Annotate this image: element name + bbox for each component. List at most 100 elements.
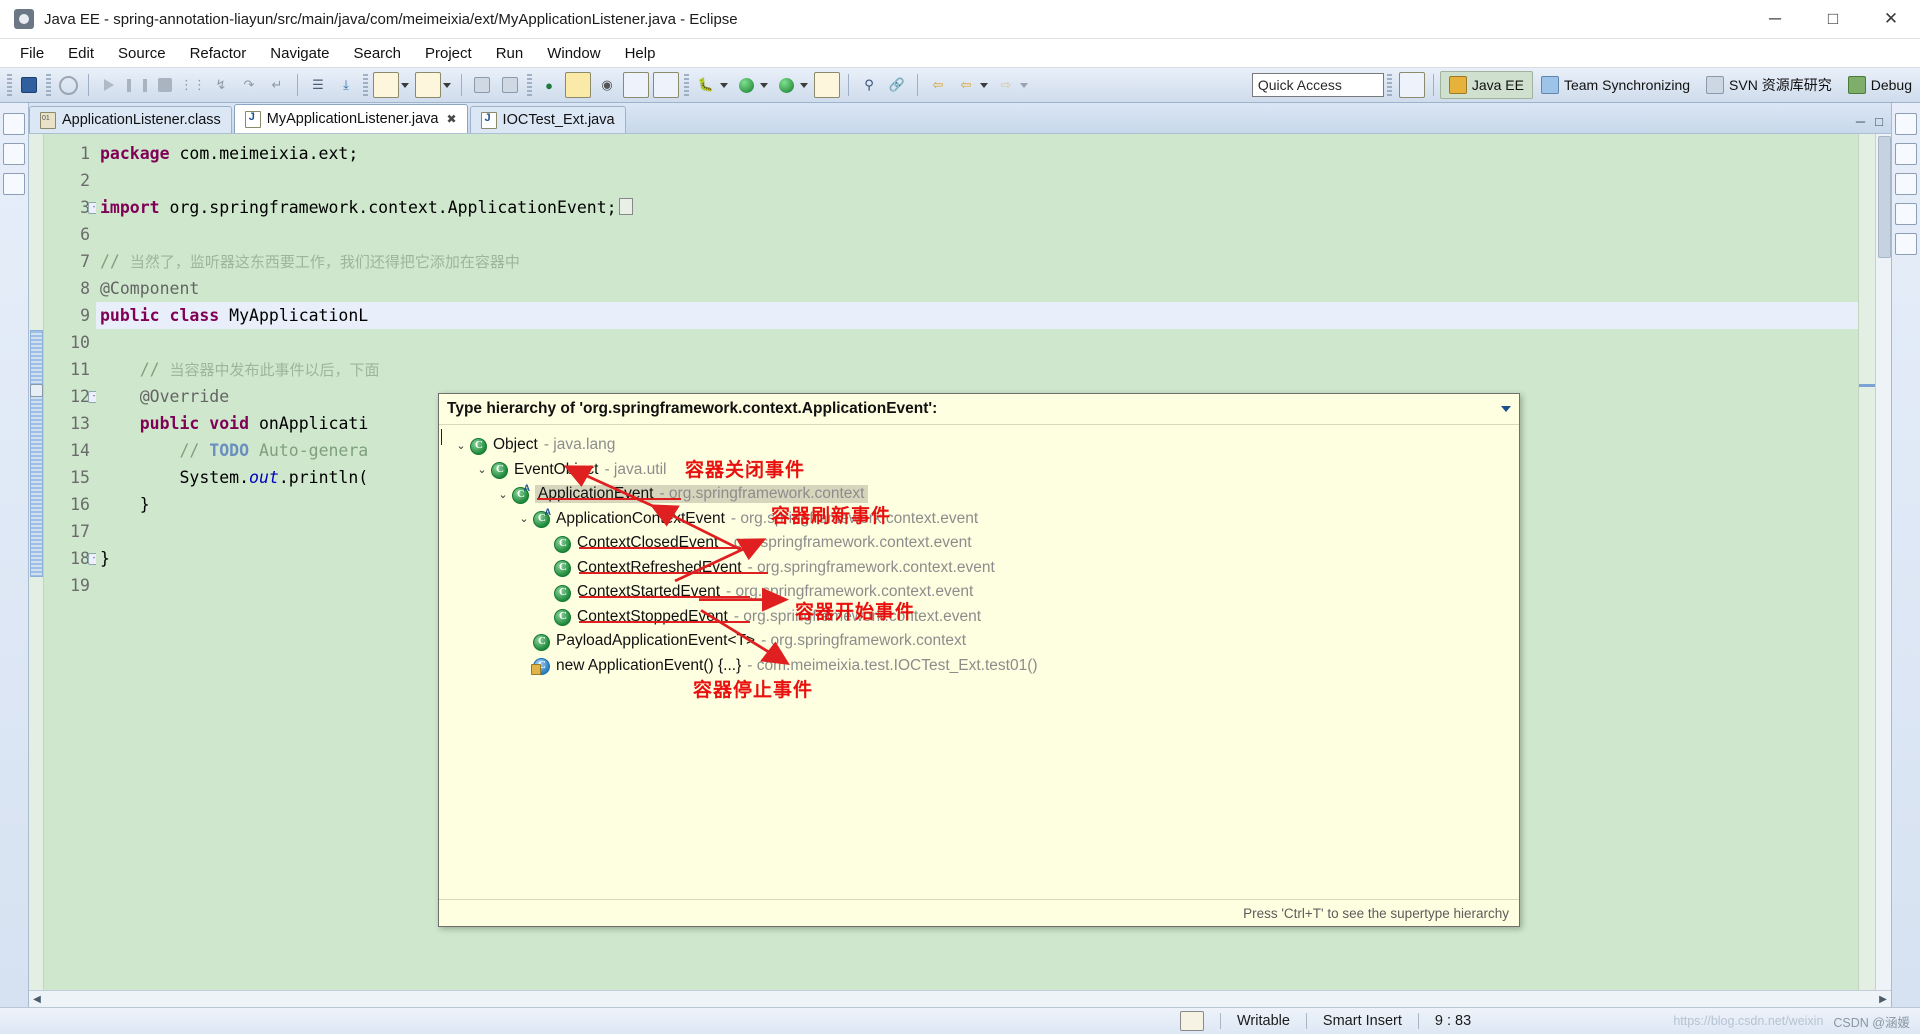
tree-row[interactable]: ⌄ EventObject - java.util (453, 458, 1519, 483)
code-line[interactable]: @Component (96, 275, 1858, 302)
new-wizard-icon[interactable] (373, 72, 399, 98)
fold-marker-quick-fix-icon[interactable] (30, 384, 43, 397)
toolbar-drag-handle-4[interactable] (527, 74, 532, 96)
tree-row[interactable]: PayloadApplicationEvent<T> - org.springfr… (453, 629, 1519, 654)
tree-row[interactable]: ContextClosedEvent- org.springframework.… (453, 531, 1519, 556)
forward-icon[interactable]: ⇨ (994, 73, 1018, 97)
project-explorer-minimized-icon[interactable] (3, 143, 25, 165)
run-external-tools-icon[interactable] (774, 73, 798, 97)
scroll-right-icon[interactable]: ▶ (1875, 994, 1891, 1005)
forward-dropdown-icon[interactable] (1020, 82, 1028, 88)
tree-row[interactable]: new ApplicationEvent() {...} - com.meimei… (453, 654, 1519, 679)
code-line[interactable]: // 当容器中发布此事件以后，下面 (96, 356, 1858, 383)
outline-view-icon[interactable] (623, 72, 649, 98)
search-icon[interactable]: ⚲ (857, 73, 881, 97)
overview-ruler[interactable] (1858, 134, 1875, 990)
close-button[interactable]: ✕ (1862, 0, 1920, 38)
maximize-button[interactable]: □ (1804, 0, 1862, 38)
new-wizard-dropdown-icon[interactable] (401, 82, 409, 88)
tab-my-application-listener-java[interactable]: MyApplicationListener.java ✖ (233, 104, 468, 133)
code-line[interactable]: // 当然了，监听器这东西要工作，我们还得把它添加在容器中 (96, 248, 1858, 275)
back-icon[interactable]: ⇦ (954, 73, 978, 97)
perspective-team-sync[interactable]: Team Synchronizing (1533, 72, 1698, 98)
scroll-left-icon[interactable]: ◀ (29, 994, 45, 1005)
menu-file[interactable]: File (8, 42, 56, 65)
type-hierarchy-popup[interactable]: Type hierarchy of 'org.springframework.c… (438, 393, 1520, 927)
tree-row[interactable]: ⌄ A ApplicationContextEvent- org.springfra… (453, 507, 1519, 532)
step-return-icon[interactable]: ↵ (265, 73, 289, 97)
snippets-minimized-icon[interactable] (1895, 203, 1917, 225)
run-dropdown-icon[interactable] (760, 82, 768, 88)
new-dynamic-web-icon[interactable] (814, 72, 840, 98)
task-list-minimized-icon[interactable] (1895, 143, 1917, 165)
maximize-editor-icon[interactable]: □ (1875, 114, 1883, 129)
step-into-icon[interactable]: ↯ (209, 73, 233, 97)
scrollbar-thumb[interactable] (1878, 136, 1891, 258)
code-line[interactable]: import org.springframework.context.Appli… (96, 194, 1858, 221)
save-icon[interactable] (17, 73, 41, 97)
back-dropdown-icon[interactable] (980, 82, 988, 88)
restore-view-icon[interactable] (3, 113, 25, 135)
perspective-svn-repo[interactable]: SVN 资源库研究 (1698, 72, 1840, 98)
debug-dropdown-icon[interactable] (720, 82, 728, 88)
perspective-debug[interactable]: Debug (1840, 72, 1920, 98)
toolbar-drag-handle-5[interactable] (684, 74, 689, 96)
tree-row[interactable]: ContextStoppedEvent- org.springframework… (453, 605, 1519, 630)
menu-window[interactable]: Window (535, 42, 612, 65)
menu-navigate[interactable]: Navigate (258, 42, 341, 65)
chevron-down-icon[interactable]: ⌄ (495, 488, 511, 501)
toolbar-drag-handle-2[interactable] (46, 74, 51, 96)
editor-horizontal-scrollbar[interactable]: ◀ ▶ (29, 990, 1891, 1007)
resume-icon[interactable] (97, 73, 121, 97)
open-perspective-icon[interactable] (1398, 72, 1425, 98)
outline-minimized-icon[interactable] (1895, 113, 1917, 135)
external-tools-dropdown-icon[interactable] (800, 82, 808, 88)
properties-view-icon[interactable] (653, 72, 679, 98)
palette-minimized-icon[interactable] (1895, 233, 1917, 255)
prev-edit-icon[interactable]: ⇦ (926, 73, 950, 97)
chevron-down-icon[interactable]: ⌄ (453, 439, 469, 452)
tree-row[interactable]: ContextStartedEvent- org.springframework… (453, 580, 1519, 605)
code-line[interactable]: package com.meimeixia.ext; (96, 140, 1858, 167)
disconnect-icon[interactable]: ⋮⋮ (180, 73, 206, 97)
menu-search[interactable]: Search (341, 42, 413, 65)
chevron-down-icon[interactable] (1501, 406, 1511, 412)
terminate-icon[interactable] (153, 73, 177, 97)
debug-view-icon[interactable]: ◉ (595, 73, 619, 97)
open-task-icon[interactable]: ☰ (306, 73, 330, 97)
open-type-icon[interactable] (565, 72, 591, 98)
menu-run[interactable]: Run (484, 42, 536, 65)
run-last-tool-icon[interactable]: ● (537, 73, 561, 97)
skip-breakpoints-icon[interactable] (56, 73, 80, 97)
code-line[interactable] (96, 167, 1858, 194)
save-all-icon[interactable] (498, 73, 522, 97)
chevron-down-icon[interactable]: ⌄ (516, 512, 532, 525)
minimize-editor-icon[interactable]: ─ (1856, 114, 1865, 129)
menu-refactor[interactable]: Refactor (178, 42, 259, 65)
new-java-project-icon[interactable] (415, 72, 441, 98)
code-line[interactable]: public class MyApplicationL (96, 302, 1858, 329)
debug-bug-icon[interactable]: 🐛 (694, 73, 718, 97)
perspective-drag-handle[interactable] (1386, 74, 1392, 96)
link-icon[interactable]: 🔗 (885, 73, 909, 97)
annotation-ruler[interactable] (29, 134, 44, 990)
quick-access-input[interactable]: Quick Access (1251, 73, 1384, 97)
menu-help[interactable]: Help (613, 42, 668, 65)
chevron-down-icon[interactable]: ⌄ (474, 463, 490, 476)
hscrollbar-thumb[interactable] (46, 993, 1874, 1005)
tab-application-listener-class[interactable]: ApplicationListener.class (29, 106, 232, 133)
smart-insert-icon[interactable] (1180, 1011, 1204, 1031)
editor-vertical-scrollbar[interactable] (1875, 134, 1891, 990)
perspective-java-ee[interactable]: Java EE (1439, 71, 1533, 99)
menu-project[interactable]: Project (413, 42, 484, 65)
tree-row[interactable]: ContextRefreshedEvent- org.springframewo… (453, 556, 1519, 581)
servers-minimized-icon[interactable] (1895, 173, 1917, 195)
type-hierarchy-tree[interactable]: ⌄Object- java.lang⌄EventObject- java.uti… (439, 425, 1519, 899)
suspend-icon[interactable] (125, 73, 149, 97)
tree-row[interactable]: ⌄AApplicationEvent- org.springframework.… (453, 482, 1519, 507)
tab-ioctest-ext-java[interactable]: IOCTest_Ext.java (469, 106, 626, 133)
next-annotation-icon[interactable]: ⤓ (334, 73, 358, 97)
toolbar-drag-handle[interactable] (7, 74, 12, 96)
new-java-dropdown-icon[interactable] (443, 82, 451, 88)
step-over-icon[interactable]: ↷ (237, 73, 261, 97)
